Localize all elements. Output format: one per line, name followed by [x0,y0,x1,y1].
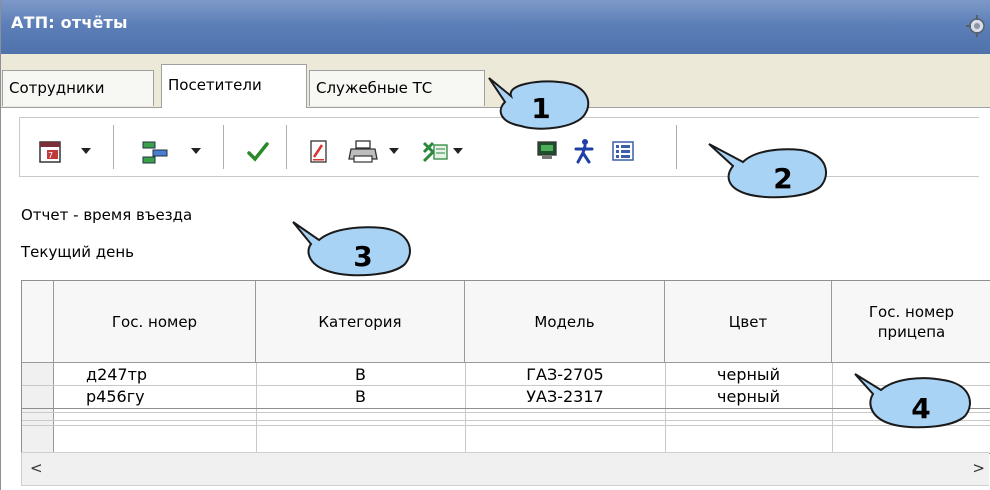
cell-model[interactable]: ГАЗ-2705 [465,365,665,387]
title-bar: АТП: отчёты [1,0,990,54]
cell-color[interactable]: черный [665,365,832,387]
printer-icon[interactable] [348,139,380,165]
printer-dropdown-arrow[interactable] [389,148,399,154]
document-edit-icon[interactable] [308,139,330,165]
cell-plate[interactable]: д247тр [86,365,147,387]
cell-model[interactable]: УАЗ-2317 [465,387,665,409]
calendar-dropdown-arrow[interactable] [81,148,91,154]
column-header[interactable]: Категория [256,281,465,363]
column-header[interactable]: Гос. номер [54,281,256,363]
excel-icon[interactable] [421,139,449,165]
report-title: Отчет - время въезда [21,206,193,224]
excel-dropdown-arrow[interactable] [453,148,463,154]
tab-employees[interactable]: Сотрудники [2,70,154,106]
report-window: АТП: отчёты Сотрудники Посетители Служеб… [0,0,990,490]
cell-category[interactable]: B [256,365,465,387]
callout-label-4: 4 [911,392,930,425]
tree-dropdown-arrow[interactable] [191,148,201,154]
row-selector-header [22,281,54,363]
cell-color[interactable]: черный [665,387,832,409]
toolbar-separator [223,125,224,169]
monitor-icon[interactable] [536,139,558,161]
tab-visitors[interactable]: Посетители [161,64,307,108]
toolbar-separator [286,125,287,169]
callout-bubble-3: 3 [292,221,411,277]
callout-bubble-1: 1 [488,77,590,130]
person-icon[interactable] [573,138,595,164]
callout-bubble-4: 4 [854,373,971,429]
callout-label-1: 1 [531,92,550,125]
report-table: Гос. номер Категория Модель Цвет Гос. но… [21,280,990,454]
scroll-left-icon[interactable]: < [30,459,43,477]
column-header[interactable]: Цвет [665,281,832,363]
report-period: Текущий день [21,243,134,261]
settings-icon[interactable] [965,14,989,38]
tab-service-vehicles[interactable]: Служебные ТС [309,70,485,106]
tree-structure-icon[interactable] [141,139,169,165]
svg-text:7: 7 [48,151,53,160]
column-header[interactable]: Гос. номер прицепа [832,281,990,363]
horizontal-scrollbar[interactable]: < > [21,452,989,486]
callout-label-2: 2 [773,162,792,195]
callout-label-3: 3 [353,240,372,273]
cell-category[interactable]: B [256,387,465,409]
callout-bubble-2: 2 [708,143,827,199]
scroll-right-icon[interactable]: > [972,459,985,477]
checkmark-icon[interactable] [246,140,270,164]
column-header[interactable]: Модель [465,281,665,363]
window-title: АТП: отчёты [11,13,128,32]
calendar-icon[interactable]: 7 [38,139,64,165]
cell-plate[interactable]: р456гу [86,387,145,409]
toolbar-separator [113,125,114,169]
list-view-icon[interactable] [611,140,635,162]
toolbar-separator [676,125,677,169]
